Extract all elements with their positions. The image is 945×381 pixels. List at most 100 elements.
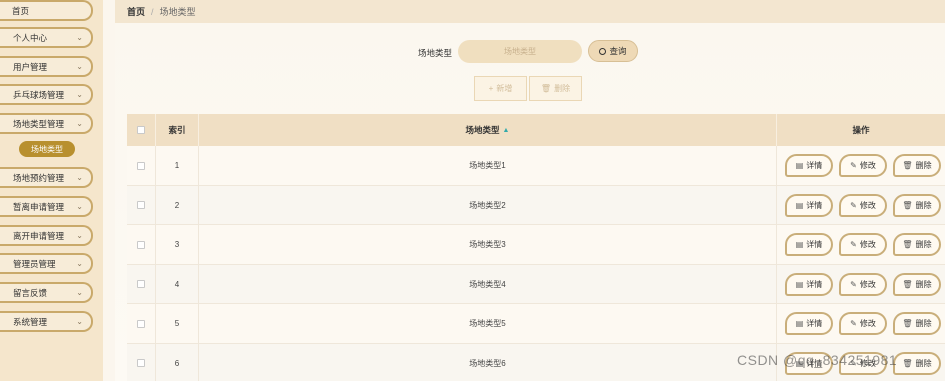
- chevron-down-icon: ⌄: [76, 231, 83, 240]
- sidebar-item-label: 场地预约管理: [13, 172, 65, 183]
- sidebar-item-court-booking[interactable]: 场地预约管理 ⌄: [0, 167, 93, 188]
- add-button[interactable]: + 新增: [474, 76, 527, 101]
- sidebar-item-feedback[interactable]: 留言反馈 ⌄: [0, 282, 93, 303]
- delete-button[interactable]: 🗑 删除: [893, 154, 941, 177]
- delete-button[interactable]: 🗑 删除: [893, 272, 941, 296]
- detail-label: 详情: [806, 319, 823, 328]
- delete-label: 删除: [915, 161, 932, 170]
- sidebar-item-label: 场地类型管理: [13, 118, 65, 129]
- edit-label: 修改: [859, 161, 876, 170]
- sidebar-subitem-court-type[interactable]: 场地类型: [19, 141, 75, 157]
- row-court-type: 场地类型4: [199, 264, 777, 304]
- trash-icon: 🗑: [902, 279, 913, 289]
- chevron-down-icon: ⌄: [76, 288, 83, 297]
- edit-button[interactable]: ✎ 修改: [839, 272, 887, 296]
- delete-button[interactable]: 🗑 删除: [893, 312, 941, 335]
- detail-button[interactable]: ▤ 详情: [785, 154, 833, 177]
- select-all-checkbox[interactable]: [137, 126, 145, 134]
- sidebar-item-personal-center[interactable]: 个人中心 ⌄: [0, 27, 93, 48]
- row-court-type: 场地类型6: [199, 343, 777, 381]
- sidebar-item-temp-leave[interactable]: 暂离申请管理 ⌄: [0, 196, 93, 217]
- delete-button[interactable]: 🗑 删除: [893, 351, 941, 375]
- table-row: 3 场地类型3 ▤ 详情 ✎ 修改 🗑 删除: [127, 225, 945, 265]
- sidebar-item-leave[interactable]: 离开申请管理 ⌄: [0, 225, 93, 246]
- sidebar-item-court-type[interactable]: 场地类型管理 ⌄: [0, 113, 93, 134]
- sidebar-item-label: 个人中心: [13, 32, 48, 43]
- sidebar-item-users[interactable]: 用户管理 ⌄: [0, 56, 93, 77]
- detail-button[interactable]: ▤ 详情: [785, 272, 833, 296]
- row-index: 6: [156, 343, 199, 381]
- search-input[interactable]: [458, 40, 582, 63]
- table-row: 4 场地类型4 ▤ 详情 ✎ 修改 🗑 删除: [127, 264, 945, 304]
- breadcrumb: 首页 / 场地类型: [115, 0, 945, 23]
- detail-label: 详情: [806, 161, 823, 170]
- plus-icon: +: [488, 84, 494, 93]
- sidebar-item-pingpong-court[interactable]: 乒乓球场管理 ⌄: [0, 84, 93, 105]
- edit-label: 修改: [859, 200, 876, 210]
- sidebar-item-label: 留言反馈: [13, 287, 48, 298]
- query-button-label: 查询: [609, 46, 627, 56]
- delete-label: 删除: [915, 200, 932, 210]
- chevron-down-icon: ⌄: [76, 317, 83, 326]
- delete-button[interactable]: 🗑 删除: [893, 233, 941, 256]
- row-select-cell: [127, 146, 156, 185]
- row-index: 4: [156, 264, 199, 304]
- trash-icon: 🗑: [902, 358, 913, 368]
- edit-button[interactable]: ✎ 修改: [839, 233, 887, 256]
- document-icon: ▤: [795, 200, 804, 210]
- sidebar: 首页 个人中心 ⌄ 用户管理 ⌄ 乒乓球场管理 ⌄ 场地类型管理 ⌄ 场地类型 场地预约…: [0, 0, 103, 381]
- sidebar-item-label: 用户管理: [13, 61, 48, 72]
- content-panel: 场地类型 查询 + 新增 🗑 删除 索引 场地类型▲ 操作 1: [115, 23, 945, 381]
- row-index: 1: [156, 146, 199, 185]
- detail-button[interactable]: ▤ 详情: [785, 233, 833, 256]
- row-index: 3: [156, 225, 199, 264]
- breadcrumb-home[interactable]: 首页: [127, 5, 145, 18]
- chevron-down-icon: ⌄: [76, 259, 83, 268]
- table-row: 1 场地类型1 ▤ 详情 ✎ 修改 🗑 删除: [127, 146, 945, 186]
- header-court-type[interactable]: 场地类型 ▲: [199, 114, 777, 146]
- sidebar-item-label: 离开申请管理: [13, 230, 65, 241]
- row-index: 5: [156, 304, 199, 343]
- sort-ascending-icon[interactable]: ▲: [503, 127, 510, 134]
- edit-button[interactable]: ✎ 修改: [839, 193, 887, 217]
- chevron-down-icon: ⌄: [76, 119, 83, 128]
- row-court-type: 场地类型5: [199, 304, 777, 343]
- query-button[interactable]: 查询: [588, 40, 638, 62]
- sidebar-item-system[interactable]: 系统管理 ⌄: [0, 311, 93, 332]
- delete-label: 删除: [915, 279, 932, 289]
- row-checkbox[interactable]: [137, 280, 145, 288]
- row-select-cell: [127, 185, 156, 225]
- breadcrumb-separator: /: [151, 6, 154, 17]
- chevron-down-icon: ⌄: [76, 173, 83, 182]
- delete-button[interactable]: 🗑 删除: [893, 193, 941, 217]
- row-checkbox[interactable]: [137, 240, 145, 249]
- trash-icon: 🗑: [902, 200, 913, 210]
- breadcrumb-current: 场地类型: [159, 7, 196, 17]
- document-icon: ▤: [795, 161, 804, 170]
- detail-button[interactable]: ▤ 详情: [785, 312, 833, 335]
- row-select-cell: [127, 343, 156, 381]
- main-area: 首页 / 场地类型 场地类型 查询 + 新增 🗑 删除 索引 场地类型▲ 操作: [103, 0, 945, 381]
- sidebar-item-home[interactable]: 首页: [0, 0, 93, 21]
- row-select-cell: [127, 264, 156, 304]
- row-checkbox[interactable]: [137, 359, 145, 367]
- pencil-icon: ✎: [850, 279, 857, 289]
- edit-label: 修改: [859, 240, 876, 249]
- trash-icon: 🗑: [902, 319, 913, 328]
- row-checkbox[interactable]: [137, 201, 145, 209]
- detail-label: 详情: [806, 200, 823, 210]
- edit-button[interactable]: ✎ 修改: [839, 312, 887, 335]
- row-checkbox[interactable]: [137, 319, 145, 328]
- sidebar-item-admins[interactable]: 管理员管理 ⌄: [0, 253, 93, 274]
- row-index: 2: [156, 185, 199, 225]
- detail-label: 详情: [806, 240, 823, 249]
- delete-label: 删除: [915, 240, 932, 249]
- detail-button[interactable]: ▤ 详情: [785, 193, 833, 217]
- document-icon: ▤: [795, 319, 804, 328]
- row-court-type: 场地类型2: [199, 185, 777, 225]
- row-checkbox[interactable]: [137, 161, 145, 170]
- edit-label: 修改: [859, 319, 876, 328]
- header-index: 索引: [156, 114, 199, 146]
- batch-delete-button[interactable]: 🗑 删除: [529, 76, 582, 101]
- edit-button[interactable]: ✎ 修改: [839, 154, 887, 177]
